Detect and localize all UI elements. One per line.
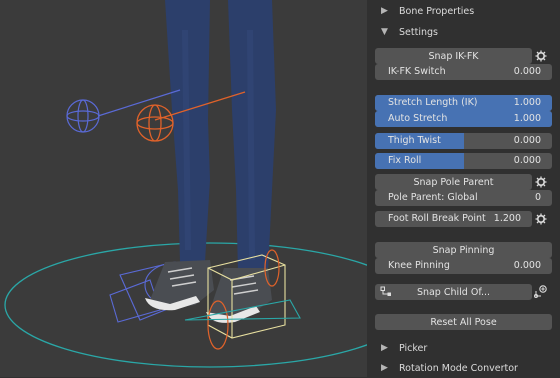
knee-pinning-field[interactable]: Knee Pinning 0.000 (375, 258, 552, 274)
properties-panel: ▶ Bone Properties ▼ Settings Snap IK-FK … (367, 0, 560, 377)
foot-roll-break-field[interactable]: Foot Roll Break Point 1.200 (375, 211, 532, 227)
ikfk-switch-field[interactable]: IK-FK Switch 0.000 (375, 64, 552, 80)
fix-roll-slider[interactable]: Fix Roll 0.000 (375, 153, 552, 169)
picker-header[interactable]: ▶ Picker (367, 338, 560, 358)
snap-ikfk-button[interactable]: Snap IK-FK (375, 48, 532, 64)
auto-stretch-slider[interactable]: Auto Stretch 1.000 (375, 111, 552, 127)
orange-pole-sphere (136, 104, 174, 142)
blue-pole-sphere (66, 99, 100, 133)
add-constraint-icon[interactable] (534, 285, 548, 299)
chevron-right-icon: ▶ (381, 343, 388, 353)
snap-pole-parent-button[interactable]: Snap Pole Parent (375, 174, 532, 190)
chevron-right-icon: ▶ (381, 6, 388, 16)
viewport-scene (4, 0, 367, 368)
3d-viewport[interactable] (0, 0, 367, 377)
bone-properties-header[interactable]: ▶ Bone Properties (367, 1, 560, 21)
blue-pole-line (97, 89, 181, 117)
thigh-twist-slider[interactable]: Thigh Twist 0.000 (375, 133, 552, 149)
chevron-right-icon: ▶ (381, 363, 388, 373)
reset-all-pose-button[interactable]: Reset All Pose (375, 314, 552, 330)
snap-pinning-button[interactable]: Snap Pinning (375, 242, 552, 258)
pole-parent-field[interactable]: Pole Parent: Global 0 (375, 190, 552, 206)
gear-icon[interactable] (534, 49, 548, 63)
settings-header[interactable]: ▼ Settings (367, 22, 560, 42)
gear-icon[interactable] (534, 212, 548, 226)
snap-child-of-button[interactable]: Snap Child Of... (375, 284, 532, 300)
constraint-icon (379, 284, 393, 300)
stretch-length-slider[interactable]: Stretch Length (IK) 1.000 (375, 95, 552, 111)
chevron-down-icon: ▼ (381, 27, 388, 37)
rotation-mode-convertor-header[interactable]: ▶ Rotation Mode Convertor (367, 358, 560, 378)
gear-icon[interactable] (534, 175, 548, 189)
